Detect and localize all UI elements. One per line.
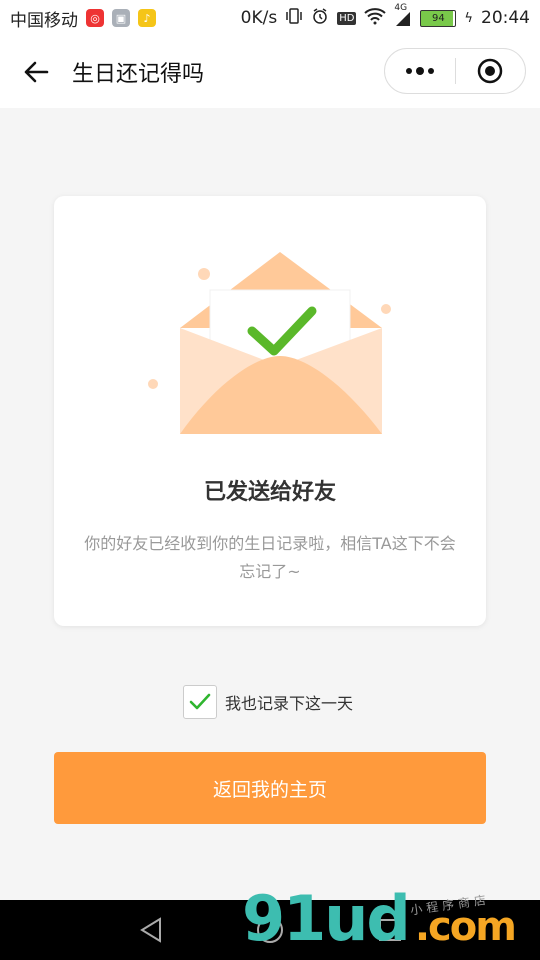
more-dots-icon [405,67,434,75]
image-app-icon: ▣ [112,9,130,27]
battery-level: 94 [432,12,445,24]
music-app-icon: ♪ [138,9,156,27]
nav-back-icon[interactable] [138,916,164,944]
target-circle-icon [478,58,503,84]
signal-icon: 4G [394,3,412,27]
remember-option[interactable]: 我也记录下这一天 [183,685,353,719]
netease-music-icon: ◎ [86,9,104,27]
more-button[interactable] [385,49,455,93]
success-card: 已发送给好友 你的好友已经收到你的生日记录啦，相信TA这下不会忘记了~ [54,196,486,626]
charging-icon: ϟ [464,10,473,26]
vibrate-icon [285,7,303,30]
battery-icon: 94 [420,9,457,27]
carrier-label: 中国移动 [10,10,78,31]
checkmark-icon [189,693,211,710]
envelope-illustration [148,252,391,434]
success-title: 已发送给好友 [203,480,336,505]
close-miniprogram-button[interactable] [456,49,526,93]
remember-checkbox[interactable] [183,685,217,719]
alarm-icon [311,7,329,30]
clock: 20:44 [481,8,530,28]
back-arrow-icon [24,61,49,83]
remember-label: 我也记录下这一天 [225,694,354,713]
success-description: 你的好友已经收到你的生日记录啦，相信TA这下不会忘记了~ [84,534,456,581]
watermark-brand: 91ud [242,882,411,955]
net-speed: 0K/s [240,8,278,28]
return-home-button[interactable]: 返回我的主页 [54,752,486,824]
page-title: 生日还记得吗 [72,62,205,87]
miniprogram-capsule [384,48,526,94]
hd-icon: HD [337,11,357,25]
navigation-bar: 生日还记得吗 [0,36,540,108]
back-button[interactable] [0,36,72,108]
wifi-icon [364,7,387,30]
status-bar: 中国移动 ◎ ▣ ♪ 0K/s HD 4G 94 ϟ 20:44 [0,0,540,36]
network-type: 4G [394,3,408,13]
